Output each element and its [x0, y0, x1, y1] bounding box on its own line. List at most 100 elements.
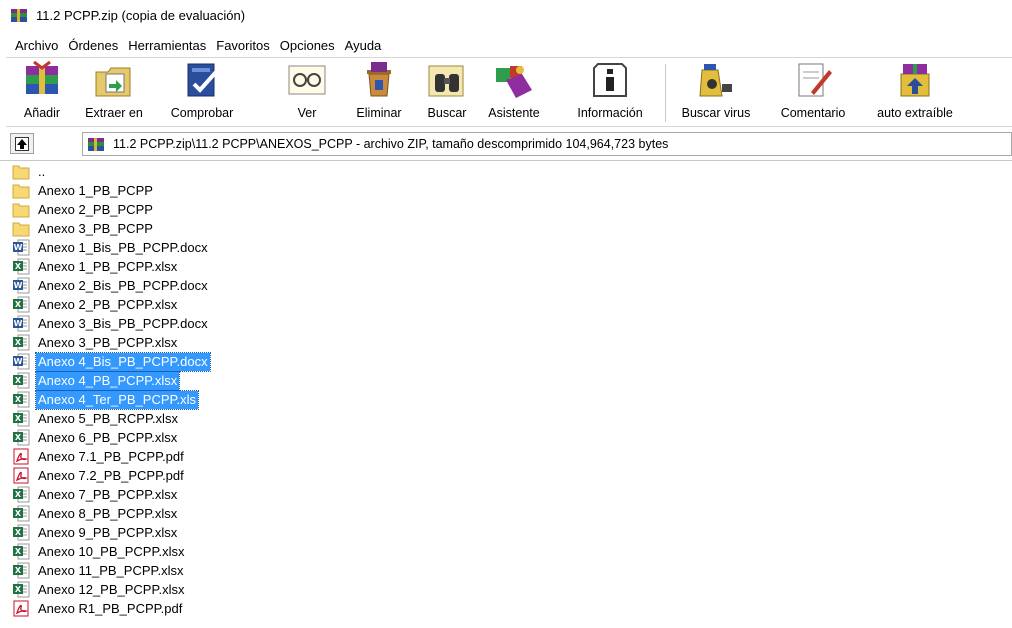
file-name: Anexo 2_Bis_PB_PCPP.docx	[38, 277, 208, 293]
menu-favoritos[interactable]: Favoritos	[211, 38, 274, 53]
svg-text:X: X	[15, 509, 22, 518]
info-button[interactable]: Información	[568, 60, 652, 126]
extract-label: Extraer en	[85, 106, 143, 120]
svg-text:X: X	[15, 528, 22, 537]
menu-opciones[interactable]: Opciones	[275, 38, 340, 53]
file-row[interactable]: X Anexo 7_PB_PCPP.xlsx	[12, 485, 179, 504]
svg-text:X: X	[15, 566, 22, 575]
excel-sheet-icon: X	[13, 258, 30, 275]
sfx-label: auto extraíble	[877, 106, 953, 120]
file-name: Anexo 7.1_PB_PCPP.pdf	[38, 448, 184, 464]
file-row[interactable]: X Anexo 4_Ter_PB_PCPP.xls	[12, 389, 200, 410]
file-row[interactable]: X Anexo 1_PB_PCPP.xlsx	[12, 257, 179, 276]
svg-text:X: X	[15, 338, 22, 347]
file-row[interactable]: Anexo 1_PB_PCPP	[12, 181, 155, 200]
excel-sheet-icon: X	[13, 581, 30, 598]
file-row[interactable]: X Anexo 12_PB_PCPP.xlsx	[12, 580, 186, 599]
svg-text:X: X	[15, 433, 22, 442]
svg-text:W: W	[14, 243, 23, 252]
pdf-icon	[13, 448, 29, 465]
file-row[interactable]: X Anexo 2_PB_PCPP.xlsx	[12, 295, 179, 314]
view-button[interactable]: Ver	[282, 60, 332, 126]
info-label: Información	[577, 106, 643, 120]
file-name: Anexo 1_Bis_PB_PCPP.docx	[38, 239, 208, 255]
find-binoculars-icon	[428, 65, 464, 97]
test-button[interactable]: Comprobar	[164, 60, 240, 126]
winrar-app-icon	[11, 8, 27, 22]
excel-sheet-icon: X	[13, 543, 30, 560]
menu-ordenes[interactable]: Órdenes	[63, 38, 123, 53]
menu-herramientas[interactable]: Herramientas	[123, 38, 211, 53]
file-name: Anexo R1_PB_PCPP.pdf	[38, 600, 183, 616]
file-name: Anexo 4_Bis_PB_PCPP.docx	[35, 351, 211, 372]
delete-bin-icon	[367, 62, 391, 97]
file-row[interactable]: W Anexo 3_Bis_PB_PCPP.docx	[12, 314, 210, 333]
file-row[interactable]: W Anexo 2_Bis_PB_PCPP.docx	[12, 276, 210, 295]
add-label: Añadir	[23, 106, 61, 120]
file-name: Anexo 10_PB_PCPP.xlsx	[38, 543, 185, 559]
find-button[interactable]: Buscar	[419, 60, 475, 126]
extract-button[interactable]: Extraer en	[80, 60, 148, 126]
add-button[interactable]: Añadir	[18, 60, 66, 126]
test-archive-icon	[187, 63, 218, 97]
file-row[interactable]: X Anexo 4_PB_PCPP.xlsx	[12, 370, 181, 391]
delete-label: Eliminar	[356, 106, 402, 120]
delete-button[interactable]: Eliminar	[349, 60, 409, 126]
menu-archivo[interactable]: Archivo	[10, 38, 63, 53]
excel-sheet-icon: X	[13, 372, 30, 389]
file-name: Anexo 4_PB_PCPP.xlsx	[34, 370, 181, 391]
file-row[interactable]: X Anexo 6_PB_PCPP.xlsx	[12, 428, 179, 447]
file-row[interactable]: Anexo 7.2_PB_PCPP.pdf	[12, 466, 186, 485]
toolbar-separator	[665, 64, 666, 122]
file-row[interactable]: Anexo 2_PB_PCPP	[12, 200, 155, 219]
arrow-up-icon	[15, 136, 29, 151]
title-bar: 11.2 PCPP.zip (copia de evaluación)	[0, 0, 1012, 31]
file-row[interactable]: ..	[12, 162, 47, 181]
extract-folder-icon	[95, 67, 131, 97]
file-name: Anexo 3_Bis_PB_PCPP.docx	[38, 315, 208, 331]
excel-sheet-icon: X	[13, 486, 30, 503]
file-name: Anexo 3_PB_PCPP.xlsx	[38, 334, 178, 350]
path-text: 11.2 PCPP.zip\11.2 PCPP\ANEXOS_PCPP - ar…	[113, 137, 669, 151]
file-row[interactable]: Anexo R1_PB_PCPP.pdf	[12, 599, 184, 618]
svg-text:W: W	[14, 319, 23, 328]
file-row[interactable]: X Anexo 11_PB_PCPP.xlsx	[12, 561, 186, 580]
folder-icon	[12, 222, 30, 237]
file-row[interactable]: Anexo 3_PB_PCPP	[12, 219, 155, 238]
folder-icon	[12, 165, 30, 180]
virus-scan-label: Buscar virus	[681, 106, 751, 120]
wizard-button[interactable]: Asistente	[482, 60, 546, 126]
svg-text:X: X	[15, 262, 22, 271]
pdf-icon	[13, 600, 29, 617]
file-row[interactable]: X Anexo 10_PB_PCPP.xlsx	[12, 542, 186, 561]
file-name: Anexo 7.2_PB_PCPP.pdf	[38, 467, 184, 483]
file-row[interactable]: X Anexo 8_PB_PCPP.xlsx	[12, 504, 179, 523]
excel-sheet-icon: X	[13, 391, 30, 408]
address-bar: 11.2 PCPP.zip\11.2 PCPP\ANEXOS_PCPP - ar…	[6, 132, 1012, 156]
comment-button[interactable]: Comentario	[771, 60, 855, 126]
sfx-button[interactable]: auto extraíble	[868, 60, 962, 126]
up-folder-button[interactable]	[10, 133, 34, 154]
word-doc-icon: W	[13, 239, 30, 256]
file-row[interactable]: X Anexo 3_PB_PCPP.xlsx	[12, 333, 179, 352]
menu-ayuda[interactable]: Ayuda	[340, 38, 387, 53]
file-row[interactable]: X Anexo 9_PB_PCPP.xlsx	[12, 523, 179, 542]
file-name: Anexo 4_Ter_PB_PCPP.xls	[34, 389, 200, 410]
excel-sheet-icon: X	[13, 505, 30, 522]
file-name: Anexo 1_PB_PCPP.xlsx	[38, 258, 178, 274]
svg-text:W: W	[14, 281, 23, 290]
add-archive-icon	[26, 60, 58, 94]
file-name: Anexo 12_PB_PCPP.xlsx	[38, 581, 185, 597]
virus-scan-button[interactable]: Buscar virus	[674, 60, 758, 126]
path-field[interactable]: 11.2 PCPP.zip\11.2 PCPP\ANEXOS_PCPP - ar…	[82, 132, 1012, 156]
file-name: Anexo 1_PB_PCPP	[38, 182, 153, 198]
file-name: Anexo 2_PB_PCPP.xlsx	[38, 296, 178, 312]
file-name: Anexo 3_PB_PCPP	[38, 220, 153, 236]
file-row[interactable]: X Anexo 5_PB_RCPP.xlsx	[12, 409, 180, 428]
view-glasses-icon	[288, 65, 326, 95]
file-row[interactable]: Anexo 7.1_PB_PCPP.pdf	[12, 447, 186, 466]
svg-text:X: X	[15, 395, 22, 404]
svg-text:X: X	[15, 585, 22, 594]
file-row[interactable]: W Anexo 4_Bis_PB_PCPP.docx	[12, 351, 211, 372]
file-row[interactable]: W Anexo 1_Bis_PB_PCPP.docx	[12, 238, 210, 257]
